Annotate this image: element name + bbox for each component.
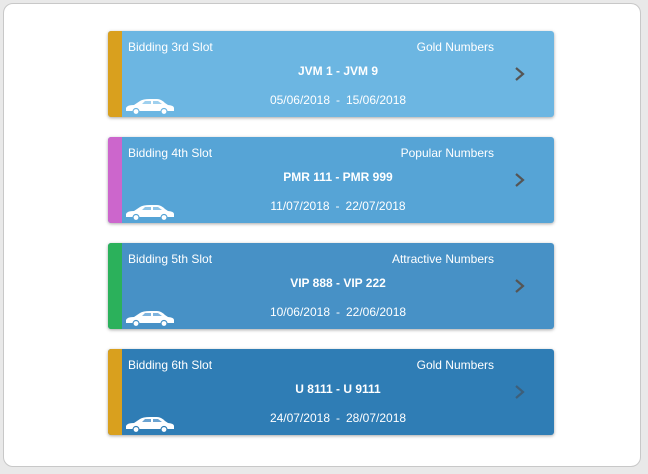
slot-start-date: 24/07/2018: [269, 411, 330, 425]
slot-start-date: 05/06/2018: [269, 93, 330, 107]
slot-date-range: 24/07/2018-28/07/2018: [122, 411, 554, 425]
date-separator: -: [336, 305, 340, 319]
slot-category: Attractive Numbers: [391, 252, 494, 266]
slot-number-range: JVM 1 - JVM 9: [297, 64, 379, 78]
slot-end-date: 15/06/2018: [346, 93, 407, 107]
car-icon: [126, 205, 174, 221]
slot-card-5th[interactable]: Bidding 5th Slot Attractive Numbers VIP …: [108, 243, 554, 329]
category-stripe-attractive: [108, 243, 122, 329]
chevron-right-icon[interactable]: [514, 172, 526, 188]
slot-start-date: 11/07/2018: [270, 199, 330, 213]
slot-title: Bidding 5th Slot: [128, 252, 213, 266]
slot-start-date: 10/06/2018: [269, 305, 330, 319]
slot-number-range: PMR 111 - PMR 999: [283, 170, 393, 184]
slot-category: Gold Numbers: [416, 40, 494, 54]
slot-end-date: 22/06/2018: [346, 305, 407, 319]
category-stripe-gold: [108, 349, 122, 435]
date-separator: -: [336, 411, 340, 425]
slot-date-range: 10/06/2018-22/06/2018: [122, 305, 554, 319]
car-icon: [126, 99, 174, 115]
car-icon: [126, 417, 174, 433]
date-separator: -: [335, 199, 340, 213]
slot-category: Gold Numbers: [416, 358, 494, 372]
category-stripe-gold: [108, 31, 122, 117]
chevron-right-icon[interactable]: [514, 384, 526, 400]
chevron-right-icon[interactable]: [514, 278, 526, 294]
bidding-slots-panel: Bidding 3rd Slot Gold Numbers JVM 1 - JV…: [3, 3, 641, 467]
slot-title: Bidding 3rd Slot: [128, 40, 213, 54]
slot-card-6th[interactable]: Bidding 6th Slot Gold Numbers U 8111 - U…: [108, 349, 554, 435]
slot-end-date: 28/07/2018: [346, 411, 407, 425]
slot-title: Bidding 4th Slot: [128, 146, 213, 160]
slot-category: Popular Numbers: [400, 146, 494, 160]
slot-number-range: VIP 888 - VIP 222: [290, 276, 386, 290]
category-stripe-popular: [108, 137, 122, 223]
slot-title: Bidding 6th Slot: [128, 358, 213, 372]
slot-number-range: U 8111 - U 9111: [295, 382, 381, 396]
date-separator: -: [336, 93, 340, 107]
slot-date-range: 11/07/2018-22/07/2018: [122, 199, 554, 213]
slot-end-date: 22/07/2018: [345, 199, 406, 213]
slot-date-range: 05/06/2018-15/06/2018: [122, 93, 554, 107]
chevron-right-icon[interactable]: [514, 66, 526, 82]
car-icon: [126, 311, 174, 327]
slot-card-3rd[interactable]: Bidding 3rd Slot Gold Numbers JVM 1 - JV…: [108, 31, 554, 117]
slot-card-4th[interactable]: Bidding 4th Slot Popular Numbers PMR 111…: [108, 137, 554, 223]
